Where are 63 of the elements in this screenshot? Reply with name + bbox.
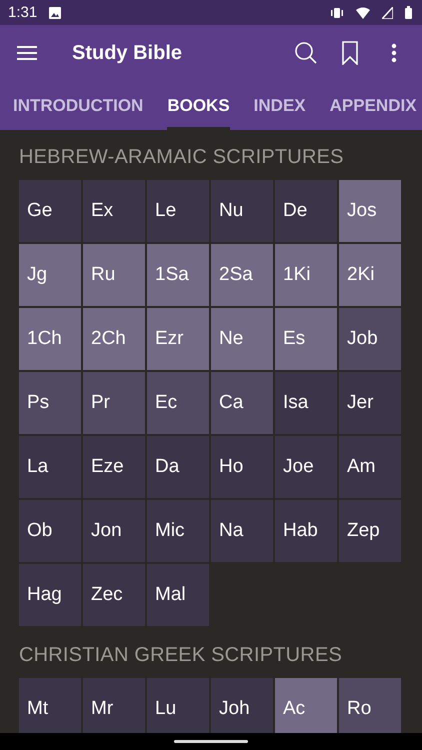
bookmark-icon[interactable] bbox=[342, 41, 358, 65]
battery-icon bbox=[405, 6, 412, 19]
book-tile[interactable]: Job bbox=[339, 308, 401, 370]
book-tile[interactable]: Ca bbox=[211, 372, 273, 434]
book-tile[interactable]: Hab bbox=[275, 500, 337, 562]
book-tile[interactable]: Mic bbox=[147, 500, 209, 562]
book-tile[interactable]: Ec bbox=[147, 372, 209, 434]
book-tile[interactable]: 2Ki bbox=[339, 244, 401, 306]
book-tile[interactable]: Zec bbox=[83, 564, 145, 626]
menu-icon[interactable] bbox=[16, 45, 38, 61]
book-tile[interactable]: Joe bbox=[275, 436, 337, 498]
book-tile[interactable]: Jon bbox=[83, 500, 145, 562]
book-tile[interactable]: Jos bbox=[339, 180, 401, 242]
tab[interactable]: INTRODUCTION bbox=[13, 81, 144, 130]
book-tile[interactable]: Nu bbox=[211, 180, 273, 242]
book-tile[interactable]: Ho bbox=[211, 436, 273, 498]
app-title: Study Bible bbox=[72, 42, 184, 64]
book-tile[interactable]: Le bbox=[147, 180, 209, 242]
tab[interactable]: BOOKS bbox=[167, 81, 230, 130]
section-heading: CHRISTIAN GREEK SCRIPTURES bbox=[19, 644, 344, 667]
status-time: 1:31 bbox=[8, 4, 38, 21]
book-tile[interactable]: Ac bbox=[275, 678, 337, 733]
book-tile[interactable]: Es bbox=[275, 308, 337, 370]
section-heading: HEBREW-ARAMAIC SCRIPTURES bbox=[19, 146, 345, 169]
tab[interactable]: APPENDIX bbox=[330, 81, 417, 130]
book-tile[interactable]: De bbox=[275, 180, 337, 242]
book-tile[interactable]: Mal bbox=[147, 564, 209, 626]
book-tile[interactable]: Lu bbox=[147, 678, 209, 733]
book-tile[interactable]: Ru bbox=[83, 244, 145, 306]
tab[interactable]: INDEX bbox=[254, 81, 306, 130]
more-options-icon[interactable] bbox=[391, 43, 397, 63]
book-tile[interactable]: Zep bbox=[339, 500, 401, 562]
book-tile[interactable]: Mr bbox=[83, 678, 145, 733]
book-tile[interactable]: 1Ki bbox=[275, 244, 337, 306]
book-tile[interactable]: La bbox=[19, 436, 81, 498]
book-tile[interactable]: Ne bbox=[211, 308, 273, 370]
book-tile[interactable]: Hag bbox=[19, 564, 81, 626]
book-tile[interactable]: Ezr bbox=[147, 308, 209, 370]
book-tile[interactable]: Eze bbox=[83, 436, 145, 498]
book-tile[interactable]: Na bbox=[211, 500, 273, 562]
book-tile[interactable]: Ge bbox=[19, 180, 81, 242]
home-handle[interactable] bbox=[174, 740, 248, 743]
book-tile[interactable]: Pr bbox=[83, 372, 145, 434]
book-tile[interactable]: 2Sa bbox=[211, 244, 273, 306]
signal-icon bbox=[382, 6, 393, 18]
book-tile[interactable]: Am bbox=[339, 436, 401, 498]
book-tile[interactable]: 2Ch bbox=[83, 308, 145, 370]
book-tile[interactable]: Ro bbox=[339, 678, 401, 733]
book-tile[interactable]: 1Ch bbox=[19, 308, 81, 370]
search-icon[interactable] bbox=[294, 41, 318, 65]
wifi-icon bbox=[356, 6, 370, 18]
book-tile[interactable]: Jg bbox=[19, 244, 81, 306]
vibrate-icon bbox=[330, 6, 344, 18]
book-tile[interactable]: Mt bbox=[19, 678, 81, 733]
book-tile[interactable]: 1Sa bbox=[147, 244, 209, 306]
book-tile[interactable]: Ps bbox=[19, 372, 81, 434]
book-tile[interactable]: Jer bbox=[339, 372, 401, 434]
book-tile[interactable]: Ex bbox=[83, 180, 145, 242]
book-tile[interactable]: Ob bbox=[19, 500, 81, 562]
book-tile[interactable]: Joh bbox=[211, 678, 273, 733]
book-tile[interactable]: Isa bbox=[275, 372, 337, 434]
book-tile[interactable]: Da bbox=[147, 436, 209, 498]
image-icon bbox=[49, 6, 62, 18]
